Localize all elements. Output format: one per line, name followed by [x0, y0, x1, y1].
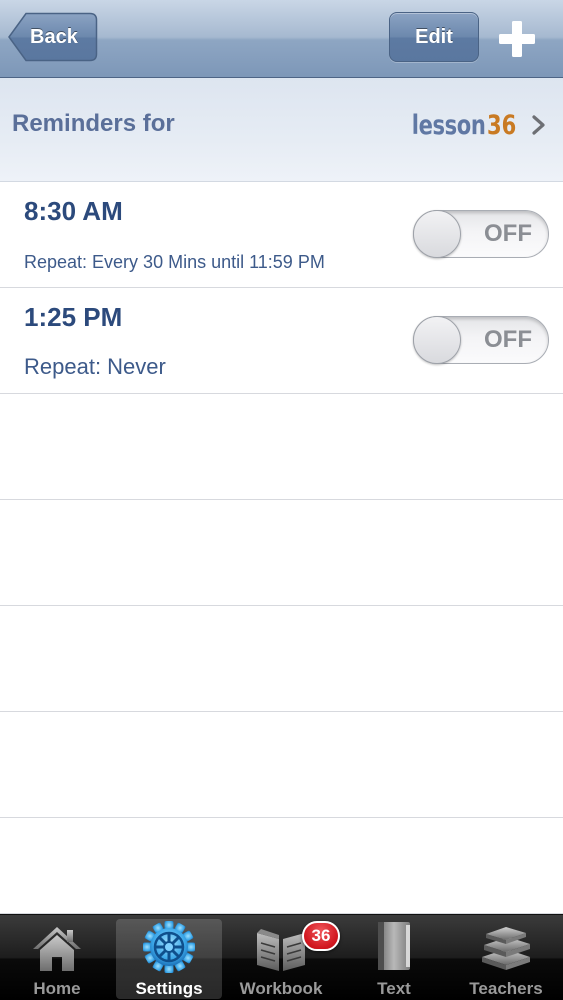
stacked-books-icon — [482, 927, 530, 970]
empty-row — [0, 500, 563, 606]
lesson-number: 36 — [487, 109, 517, 141]
tab-home[interactable]: Home — [4, 919, 110, 999]
empty-row — [0, 818, 563, 914]
toggle-label: OFF — [484, 220, 532, 247]
tab-text[interactable]: Text — [341, 919, 447, 999]
lesson-word: lesson — [411, 109, 486, 141]
reminder-time: 8:30 AM — [24, 196, 123, 226]
home-icon — [33, 927, 81, 971]
tab-teachers[interactable]: Teachers — [453, 919, 559, 999]
reminder-repeat: Repeat: Never — [24, 354, 166, 379]
closed-book-icon — [378, 922, 410, 970]
reminders-title: Reminders for — [12, 110, 175, 137]
tab-label: Text — [377, 979, 411, 998]
navigation-bar: Back Edit — [0, 0, 563, 78]
tab-label: Workbook — [239, 979, 323, 998]
toggle-knob — [413, 316, 461, 364]
plus-icon — [499, 21, 535, 57]
reminder-time: 1:25 PM — [24, 302, 123, 332]
reminder-toggle[interactable]: OFF — [413, 316, 549, 364]
tab-label: Teachers — [469, 979, 543, 998]
toggle-knob — [413, 210, 461, 258]
tab-label: Home — [33, 979, 81, 998]
reminders-header: Reminders for lesson 36 — [0, 78, 563, 182]
app-screen: Back Edit Reminders for lesson 36 8:30 A… — [0, 0, 563, 1000]
empty-row — [0, 712, 563, 818]
tab-label: Settings — [135, 979, 203, 998]
empty-row — [0, 394, 563, 500]
lesson-selector[interactable]: lesson 36 — [391, 108, 547, 142]
tab-settings[interactable]: Settings — [116, 919, 222, 999]
reminder-row[interactable]: 8:30 AM Repeat: Every 30 Mins until 11:5… — [0, 182, 563, 288]
add-reminder-button[interactable] — [492, 14, 542, 64]
tab-workbook[interactable]: 36 Workbook — [228, 919, 340, 999]
back-button[interactable]: Back — [8, 12, 98, 62]
tab-bar: Home Settings 36 Workbook Text Teachers — [0, 914, 563, 1000]
workbook-badge: 36 — [302, 921, 340, 951]
gear-icon — [143, 921, 195, 973]
reminder-toggle[interactable]: OFF — [413, 210, 549, 258]
chevron-right-icon — [532, 115, 545, 135]
reminder-repeat: Repeat: Every 30 Mins until 11:59 PM — [24, 252, 325, 272]
toggle-label: OFF — [484, 326, 532, 353]
edit-button[interactable]: Edit — [389, 12, 479, 62]
empty-row — [0, 606, 563, 712]
back-button-label: Back — [30, 26, 78, 48]
reminder-row[interactable]: 1:25 PM Repeat: Never OFF — [0, 288, 563, 394]
